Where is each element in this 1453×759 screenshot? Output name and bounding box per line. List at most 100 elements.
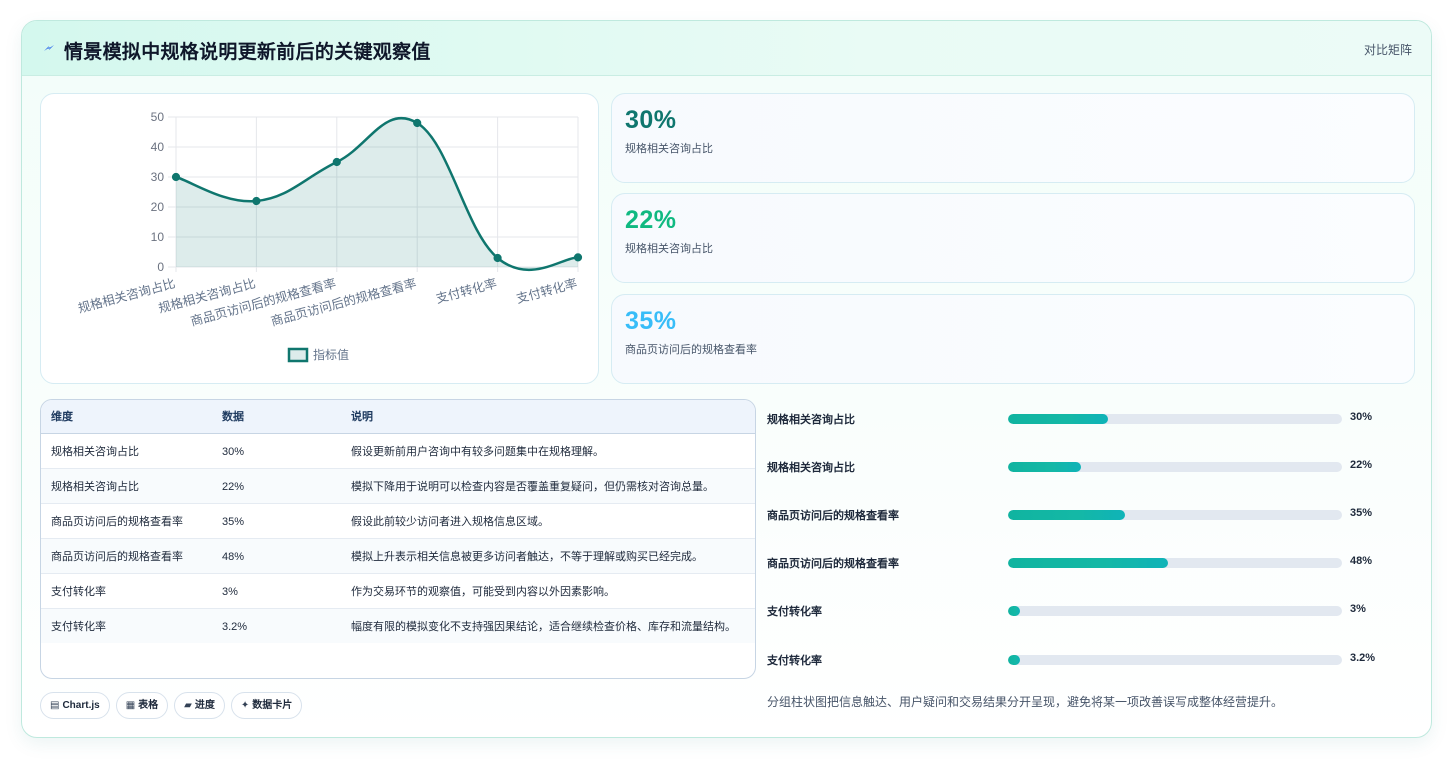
data-table: 维度 数据 说明 规格相关咨询占比 30% 假设更新前用户咨询中有较多问题集中在规格… [40, 399, 756, 679]
tag-label: Chart.js [62, 700, 100, 711]
chart-icon: ▤ [50, 700, 60, 711]
tag-label: 数据卡片 [252, 700, 293, 711]
table-cell-data: 48% [212, 538, 341, 574]
stat-card: 30% 规格相关咨询占比 [611, 93, 1415, 183]
table-cell-description: 模拟下降用于说明可以检查内容是否覆盖重复疑问，但仍需核对咨询总量。 [341, 468, 755, 504]
progress-fill [1008, 606, 1020, 616]
progress-track [1008, 606, 1342, 616]
progress-track [1008, 510, 1342, 520]
progress-value: 30% [1350, 411, 1373, 423]
tag-chip[interactable]: ▤ Chart.js [40, 692, 110, 719]
tag-label: 表格 [138, 700, 159, 711]
line-chart-svg: 01020304050规格相关咨询占比规格相关咨询占比商品页访问后的规格查看率商… [76, 110, 583, 363]
table-row: 商品页访问后的规格查看率 48% 模拟上升表示相关信息被更多访问者触达，不等于理解或… [41, 538, 755, 574]
table-row: 支付转化率 3.2% 幅度有限的模拟变化不支持强因果结论，适合继续检查价格、库存和流… [41, 608, 755, 643]
progress-row: 支付转化率 3% [767, 601, 1387, 621]
line-chart: 0 10 20 30 40 50 规格相关咨询占比 规格相关咨询占比 商品页访问后的规格查看率商… [40, 93, 599, 384]
table-cell-description: 假设更新前用户咨询中有较多问题集中在规格理解。 [341, 433, 755, 469]
progress-value: 48% [1350, 555, 1373, 567]
progress-value: 3.2% [1350, 652, 1376, 664]
stat-label: 规格相关咨询占比 [625, 143, 713, 155]
series-area [176, 118, 578, 270]
data-point [573, 253, 583, 262]
table-cell-description: 模拟上升表示相关信息被更多访问者触达，不等于理解或购买已经完成。 [341, 538, 755, 574]
stat-card: 35% 商品页访问后的规格查看率 [611, 294, 1415, 384]
table-cell-data: 3.2% [212, 608, 341, 643]
progress-label: 支付转化率 [767, 606, 822, 618]
progress-label: 商品页访问后的规格查看率 [767, 558, 899, 570]
table-cell-description: 幅度有限的模拟变化不支持强因果结论，适合继续检查价格、库存和流量结构。 [341, 608, 755, 643]
lightning-icon [44, 45, 54, 51]
progress-fill [1008, 510, 1125, 520]
table-cell-description: 作为交易环节的观察值，可能受到内容以外因素影响。 [341, 573, 755, 609]
progress-row: 规格相关咨询占比 30% [767, 409, 1387, 429]
progress-row: 商品页访问后的规格查看率 48% [767, 553, 1387, 573]
header: 情景模拟中规格说明更新前后的关键观察值 对比矩阵 [22, 21, 1431, 76]
table-cell-dimension: 商品页访问后的规格查看率 [41, 503, 212, 539]
progress-label: 支付转化率 [767, 655, 822, 667]
table-cell-data: 35% [212, 503, 341, 539]
tag-label: 进度 [194, 700, 215, 711]
progress-icon: ▰ [184, 700, 192, 711]
table-header-row: 维度 数据 说明 [41, 400, 755, 434]
y-tick-label: 50 [151, 110, 165, 124]
progress-fill [1008, 558, 1169, 568]
data-point [171, 172, 181, 182]
table-cell-description: 假设此前较少访问者进入规格信息区域。 [341, 503, 755, 539]
x-tick-label: 支付转化率 [434, 275, 498, 306]
stat-card: 22% 规格相关咨询占比 [611, 193, 1415, 283]
table-row: 支付转化率 3% 作为交易环节的观察值，可能受到内容以外因素影响。 [41, 573, 755, 609]
stat-value: 35% [625, 307, 677, 335]
tag-chip[interactable]: ✦ 数据卡片 [230, 692, 303, 719]
progress-value: 22% [1350, 459, 1373, 471]
table-cell-dimension: 支付转化率 [41, 608, 212, 643]
table-cell-dimension: 规格相关咨询占比 [41, 433, 212, 469]
progress-fill [1008, 655, 1020, 665]
table-row: 规格相关咨询占比 22% 模拟下降用于说明可以检查内容是否覆盖重复疑问，但仍需核对咨… [41, 468, 755, 504]
compare-matrix-link[interactable]: 对比矩阵 [1364, 41, 1412, 58]
table-icon: ▦ [125, 700, 136, 711]
y-tick-label: 0 [157, 260, 164, 274]
table-header-dimension: 维度 [41, 400, 212, 434]
progress-value: 35% [1350, 507, 1373, 519]
y-tick-label: 40 [151, 140, 165, 154]
progress-label: 规格相关咨询占比 [767, 414, 855, 426]
tag-chip[interactable]: ▰ 进度 [174, 692, 225, 719]
stat-value: 30% [625, 106, 677, 134]
progress-track [1008, 462, 1342, 472]
page-title: 情景模拟中规格说明更新前后的关键观察值 [64, 42, 431, 63]
progress-row: 规格相关咨询占比 22% [767, 457, 1387, 477]
progress-label: 规格相关咨询占比 [767, 462, 855, 474]
y-tick-label: 10 [151, 230, 165, 244]
table-row: 商品页访问后的规格查看率 35% 假设此前较少访问者进入规格信息区域。 [41, 503, 755, 539]
data-point [413, 118, 422, 128]
stat-value: 22% [625, 206, 677, 234]
table-cell-dimension: 规格相关咨询占比 [41, 468, 212, 504]
legend-swatch [287, 347, 309, 363]
sparkle-icon: ✦ [240, 700, 250, 711]
table-cell-data: 30% [212, 433, 341, 469]
progress-row: 支付转化率 3.2% [767, 650, 1387, 670]
progress-value: 3% [1350, 603, 1366, 615]
progress-label: 商品页访问后的规格查看率 [767, 510, 899, 522]
table-header-description: 说明 [341, 400, 755, 434]
tag-chip[interactable]: ▦ 表格 [115, 692, 169, 719]
progress-track [1008, 558, 1342, 568]
data-point [332, 157, 341, 167]
y-tick-label: 20 [151, 200, 165, 214]
table-cell-dimension: 商品页访问后的规格查看率 [41, 538, 212, 574]
data-point [252, 196, 261, 206]
dashboard-card: 情景模拟中规格说明更新前后的关键观察值 对比矩阵 0 10 20 30 40 50 规格相关… [21, 20, 1432, 738]
table-row: 规格相关咨询占比 30% 假设更新前用户咨询中有较多问题集中在规格理解。 [41, 433, 755, 469]
table-cell-dimension: 支付转化率 [41, 573, 212, 609]
progress-fill [1008, 414, 1109, 424]
legend-label: 指标值 [313, 347, 349, 362]
progress-row: 商品页访问后的规格查看率 35% [767, 505, 1387, 525]
stat-label: 规格相关咨询占比 [625, 243, 713, 255]
tag-bar: ▤ Chart.js ▦ 表格 ▰ 进度 ✦ 数据卡片 [40, 692, 308, 720]
table-cell-data: 3% [212, 573, 341, 609]
x-tick-label: 支付转化率 [515, 275, 579, 306]
progress-fill [1008, 462, 1082, 472]
y-tick-label: 30 [151, 170, 165, 184]
table-cell-data: 22% [212, 468, 341, 504]
